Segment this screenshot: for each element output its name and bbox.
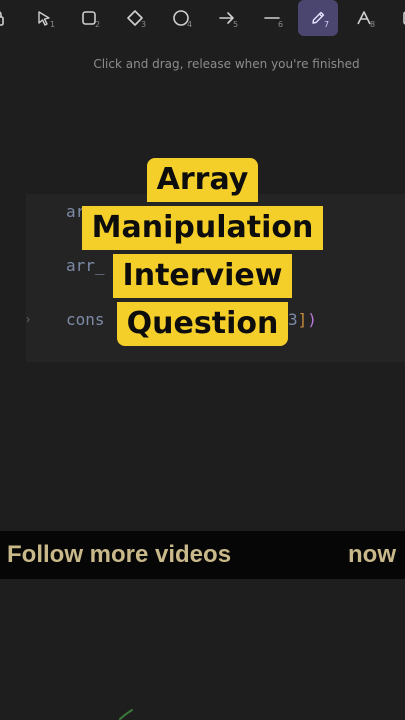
- tool-shortcut-number: 7: [324, 20, 330, 29]
- select-tool[interactable]: 1: [24, 0, 64, 36]
- pencil-tool[interactable]: 7: [298, 0, 338, 36]
- drawing-hint: Click and drag, release when you're fini…: [93, 57, 360, 71]
- tool-shortcut-number: 2: [95, 20, 101, 29]
- ellipse-tool[interactable]: 4: [161, 0, 201, 36]
- tool-shortcut-number: 5: [233, 20, 239, 29]
- title-line-1: Array: [146, 158, 259, 202]
- tool-shortcut-number: 4: [187, 20, 193, 29]
- title-line-3: Interview: [112, 254, 293, 298]
- arrow-tool[interactable]: 5: [207, 0, 247, 36]
- title-line-2: Manipulation: [81, 206, 324, 250]
- tool-shortcut-number: 6: [278, 20, 284, 29]
- rectangle-tool[interactable]: 2: [69, 0, 109, 36]
- follow-text: Follow more videos: [7, 541, 232, 568]
- video-title-overlay: Array Manipulation Interview Question: [0, 158, 405, 350]
- pen-stroke-mark: [119, 709, 133, 720]
- tool-shortcut-number: 1: [50, 20, 56, 29]
- title-line-4: Question: [116, 302, 289, 346]
- lock-icon: [0, 11, 4, 26]
- tool-shortcut-number: 8: [370, 20, 376, 29]
- diamond-tool[interactable]: 3: [115, 0, 155, 36]
- image-tool[interactable]: [390, 0, 405, 36]
- follow-banner: Follow more videos now: [0, 531, 405, 579]
- line-tool[interactable]: 6: [252, 0, 292, 36]
- lock-tool[interactable]: [0, 0, 18, 36]
- text-tool[interactable]: 8: [344, 0, 384, 36]
- tool-shortcut-number: 3: [141, 20, 147, 29]
- drawing-toolbar: 1 2 3 4 5 6 7 8: [0, 0, 405, 36]
- follow-now-text: now: [348, 541, 396, 568]
